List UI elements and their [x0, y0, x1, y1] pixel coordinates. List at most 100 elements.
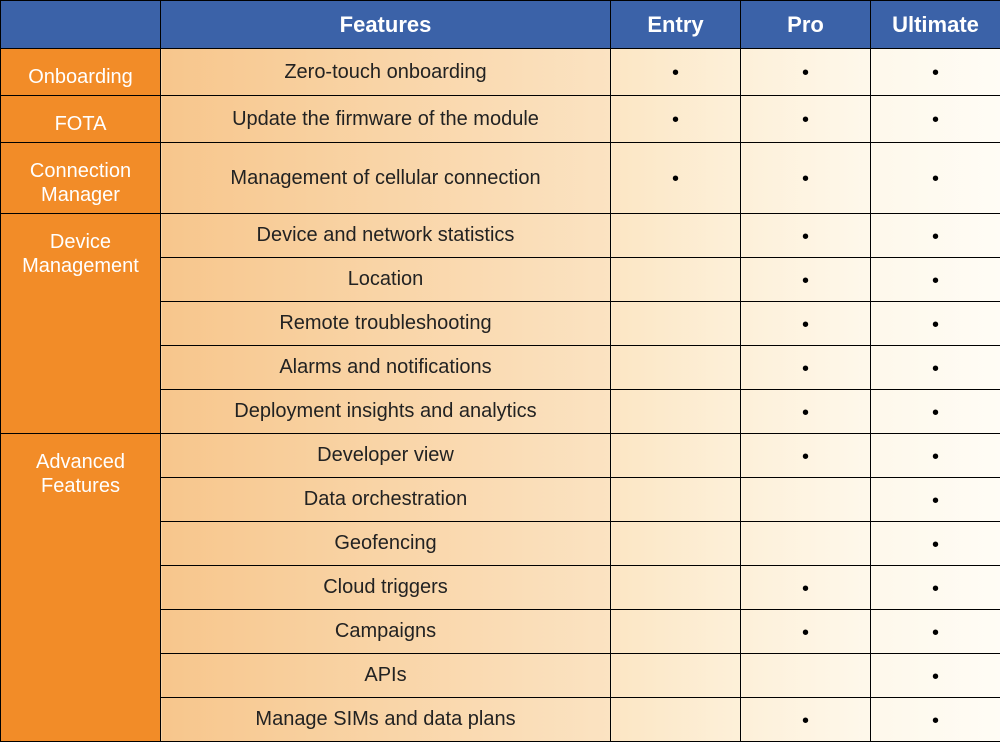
bullet-icon: •	[932, 62, 939, 84]
bullet-icon: •	[802, 358, 809, 380]
entry-cell: •	[611, 96, 741, 143]
table-row: AdvancedFeaturesDeveloper view••	[1, 434, 1000, 478]
category-cell: Onboarding	[1, 49, 161, 96]
ultimate-cell: •	[871, 214, 1000, 258]
entry-cell	[611, 698, 741, 742]
header-pro: Pro	[741, 1, 871, 49]
table-row: DeviceManagementDevice and network stati…	[1, 214, 1000, 258]
bullet-icon: •	[932, 314, 939, 336]
feature-cell: Device and network statistics	[161, 214, 611, 258]
pro-cell	[741, 522, 871, 566]
bullet-icon: •	[932, 402, 939, 424]
ultimate-cell: •	[871, 610, 1000, 654]
pro-cell: •	[741, 49, 871, 96]
table-row: ConnectionManagerManagement of cellular …	[1, 143, 1000, 214]
table-row: FOTAUpdate the firmware of the module•••	[1, 96, 1000, 143]
pro-cell: •	[741, 346, 871, 390]
feature-cell: Developer view	[161, 434, 611, 478]
bullet-icon: •	[932, 109, 939, 131]
feature-cell: Update the firmware of the module	[161, 96, 611, 143]
header-blank	[1, 1, 161, 49]
entry-cell	[611, 390, 741, 434]
pro-cell: •	[741, 610, 871, 654]
feature-cell: Zero-touch onboarding	[161, 49, 611, 96]
entry-cell	[611, 302, 741, 346]
entry-cell	[611, 214, 741, 258]
bullet-icon: •	[802, 226, 809, 248]
bullet-icon: •	[672, 62, 679, 84]
entry-cell	[611, 610, 741, 654]
feature-cell: Geofencing	[161, 522, 611, 566]
bullet-icon: •	[802, 402, 809, 424]
feature-cell: Deployment insights and analytics	[161, 390, 611, 434]
bullet-icon: •	[932, 710, 939, 732]
entry-cell	[611, 258, 741, 302]
ultimate-cell: •	[871, 49, 1000, 96]
feature-cell: Management of cellular connection	[161, 143, 611, 214]
ultimate-cell: •	[871, 566, 1000, 610]
bullet-icon: •	[802, 446, 809, 468]
category-cell: AdvancedFeatures	[1, 434, 161, 742]
ultimate-cell: •	[871, 434, 1000, 478]
entry-cell: •	[611, 49, 741, 96]
bullet-icon: •	[802, 62, 809, 84]
feature-cell: Location	[161, 258, 611, 302]
entry-cell	[611, 434, 741, 478]
pro-cell	[741, 654, 871, 698]
pro-cell: •	[741, 258, 871, 302]
bullet-icon: •	[802, 710, 809, 732]
entry-cell	[611, 654, 741, 698]
bullet-icon: •	[932, 446, 939, 468]
pro-cell: •	[741, 143, 871, 214]
header-features: Features	[161, 1, 611, 49]
entry-cell	[611, 522, 741, 566]
ultimate-cell: •	[871, 258, 1000, 302]
bullet-icon: •	[802, 622, 809, 644]
header-ultimate: Ultimate	[871, 1, 1000, 49]
bullet-icon: •	[802, 578, 809, 600]
bullet-icon: •	[802, 314, 809, 336]
comparison-table: Features Entry Pro Ultimate OnboardingZe…	[0, 0, 1000, 742]
category-cell: FOTA	[1, 96, 161, 143]
ultimate-cell: •	[871, 96, 1000, 143]
ultimate-cell: •	[871, 478, 1000, 522]
entry-cell	[611, 478, 741, 522]
ultimate-cell: •	[871, 302, 1000, 346]
feature-cell: APIs	[161, 654, 611, 698]
table-row: OnboardingZero-touch onboarding • • •	[1, 49, 1000, 96]
bullet-icon: •	[932, 358, 939, 380]
entry-cell: •	[611, 143, 741, 214]
bullet-icon: •	[802, 168, 809, 190]
pro-cell: •	[741, 302, 871, 346]
ultimate-cell: •	[871, 654, 1000, 698]
feature-cell: Data orchestration	[161, 478, 611, 522]
bullet-icon: •	[932, 226, 939, 248]
bullet-icon: •	[932, 534, 939, 556]
ultimate-cell: •	[871, 143, 1000, 214]
pro-cell: •	[741, 214, 871, 258]
header-row: Features Entry Pro Ultimate	[1, 1, 1000, 49]
bullet-icon: •	[802, 109, 809, 131]
bullet-icon: •	[932, 622, 939, 644]
bullet-icon: •	[932, 270, 939, 292]
ultimate-cell: •	[871, 390, 1000, 434]
pro-cell: •	[741, 96, 871, 143]
ultimate-cell: •	[871, 346, 1000, 390]
pro-cell: •	[741, 698, 871, 742]
header-entry: Entry	[611, 1, 741, 49]
feature-cell: Campaigns	[161, 610, 611, 654]
entry-cell	[611, 566, 741, 610]
pro-cell: •	[741, 566, 871, 610]
pro-cell: •	[741, 390, 871, 434]
bullet-icon: •	[932, 490, 939, 512]
bullet-icon: •	[802, 270, 809, 292]
pro-cell: •	[741, 434, 871, 478]
feature-cell: Cloud triggers	[161, 566, 611, 610]
category-cell: ConnectionManager	[1, 143, 161, 214]
ultimate-cell: •	[871, 698, 1000, 742]
bullet-icon: •	[932, 578, 939, 600]
bullet-icon: •	[932, 168, 939, 190]
pro-cell	[741, 478, 871, 522]
category-cell: DeviceManagement	[1, 214, 161, 434]
bullet-icon: •	[932, 666, 939, 688]
